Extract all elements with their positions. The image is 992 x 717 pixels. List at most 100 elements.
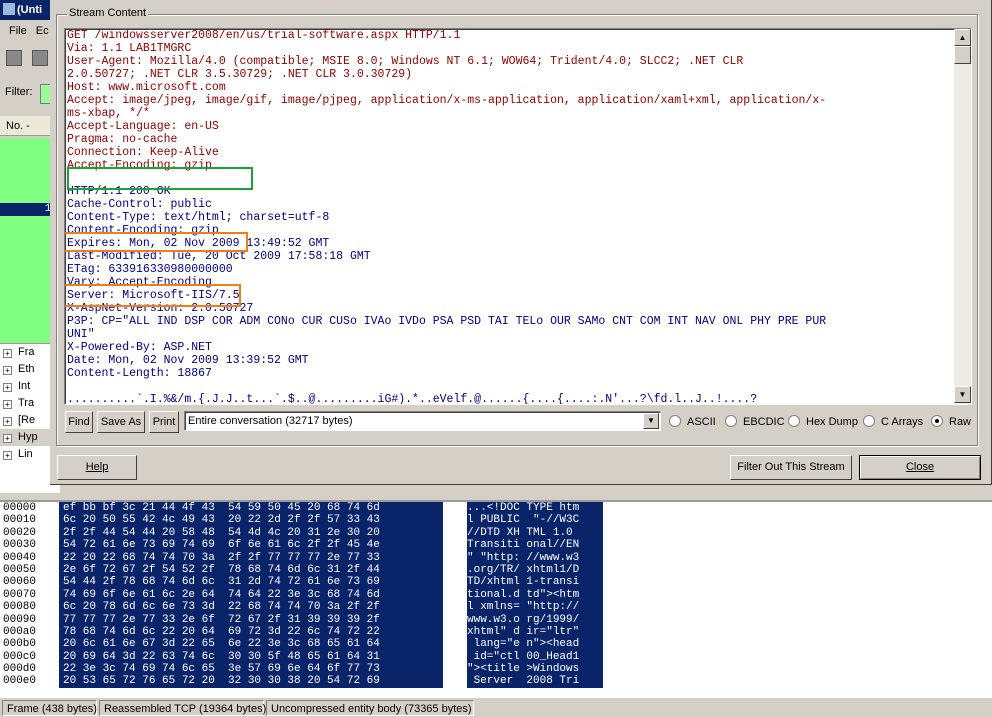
- hex-offset: 00030: [3, 539, 37, 552]
- hex-bytes: 2e 6f 72 67 2f 54 52 2f 78 68 74 6d 6c 3…: [59, 563, 443, 577]
- stream-content-group: Stream Content GET /windowsserver2008/en…: [56, 7, 978, 446]
- hex-offset: 00050: [3, 563, 37, 576]
- hex-row[interactable]: 00030 54 72 61 6e 73 69 74 69 6f 6e 61 6c…: [0, 539, 992, 552]
- hex-ascii: l xmlns= "http://: [467, 601, 603, 614]
- hex-ascii: id="ctl 00_Head1: [467, 650, 603, 664]
- hex-offset: 00010: [3, 514, 37, 527]
- hex-row[interactable]: 000c0 20 69 64 3d 22 63 74 6c 30 30 5f 48…: [0, 650, 992, 664]
- hex-row[interactable]: 00080 6c 20 78 6d 6c 6e 73 3d 22 68 74 74…: [0, 601, 992, 614]
- radio-ebcdic-button[interactable]: [725, 415, 737, 427]
- hex-row[interactable]: 000b0 20 6c 61 6e 67 3d 22 65 6e 22 3e 3c…: [0, 638, 992, 651]
- expand-icon[interactable]: +: [3, 417, 12, 426]
- stream-line: GET /windowsserver2008/en/us/trial-softw…: [67, 29, 461, 42]
- radio-ascii[interactable]: ASCII: [669, 415, 716, 429]
- hex-offset: 00060: [3, 576, 37, 589]
- hex-bytes: 22 3e 3c 74 69 74 6c 65 3e 57 69 6e 64 6…: [59, 663, 443, 676]
- hex-ascii: lang="e n"><head: [467, 638, 603, 651]
- hex-bytes: 2f 2f 44 54 44 20 58 48 54 4d 4c 20 31 2…: [59, 526, 443, 540]
- hex-row[interactable]: 00040 22 20 22 68 74 74 70 3a 2f 2f 77 77…: [0, 551, 992, 564]
- hex-row[interactable]: 00000 ef bb bf 3c 21 44 4f 43 54 59 50 45…: [0, 502, 992, 515]
- expand-icon[interactable]: +: [3, 366, 12, 375]
- radio-raw[interactable]: Raw: [931, 415, 971, 429]
- expand-icon[interactable]: +: [3, 383, 12, 392]
- stream-text[interactable]: GET /windowsserver2008/en/us/trial-softw…: [64, 28, 972, 405]
- hex-row[interactable]: 00050 2e 6f 72 67 2f 54 52 2f 78 68 74 6d…: [0, 563, 992, 577]
- hex-row[interactable]: 00070 74 69 6f 6e 61 6c 2e 64 74 64 22 3e…: [0, 588, 992, 602]
- hex-ascii: xhtml" d ir="ltr": [467, 625, 603, 639]
- status-frame[interactable]: Frame (438 bytes): [2, 700, 97, 716]
- hex-row[interactable]: 000d0 22 3e 3c 74 69 74 6c 65 3e 57 69 6e…: [0, 663, 992, 676]
- find-button[interactable]: Find: [65, 411, 93, 433]
- main-title: (Unti: [17, 4, 43, 16]
- hex-bytes: 54 72 61 6e 73 69 74 69 6f 6e 61 6c 2f 2…: [59, 539, 443, 552]
- expand-icon[interactable]: +: [3, 451, 12, 460]
- chevron-down-icon[interactable]: ▼: [643, 413, 659, 429]
- expand-icon[interactable]: +: [3, 400, 12, 409]
- hex-row[interactable]: 000e0 20 53 65 72 76 65 72 20 32 30 30 38…: [0, 675, 992, 688]
- hex-bytes: 78 68 74 6d 6c 22 20 64 69 72 3d 22 6c 7…: [59, 625, 443, 639]
- hex-ascii: "><title >Windows: [467, 663, 603, 676]
- status-uncompressed[interactable]: Uncompressed entity body (73365 bytes): [266, 700, 474, 716]
- radio-ebcdic[interactable]: EBCDIC: [725, 415, 785, 429]
- hex-offset: 000d0: [3, 663, 37, 676]
- hex-ascii: ...<!DOC TYPE htm: [467, 502, 603, 515]
- menu-file[interactable]: File: [9, 25, 27, 37]
- hex-row[interactable]: 00090 77 77 77 2e 77 33 2e 6f 72 67 2f 31…: [0, 613, 992, 626]
- hex-ascii: l PUBLIC "-//W3C: [467, 514, 603, 527]
- tree-item-label: Tra: [18, 397, 35, 409]
- filter-label: Filter:: [5, 86, 33, 98]
- hex-pane[interactable]: 00000 ef bb bf 3c 21 44 4f 43 54 59 50 45…: [0, 500, 992, 697]
- expand-icon[interactable]: +: [3, 434, 12, 443]
- save-icon[interactable]: [6, 50, 22, 66]
- hex-row[interactable]: 000a0 78 68 74 6d 6c 22 20 64 69 72 3d 22…: [0, 625, 992, 639]
- hex-ascii: tional.d td"><htm: [467, 588, 603, 602]
- radio-raw-button[interactable]: [931, 415, 943, 427]
- highlight-accept-encoding: [67, 167, 253, 190]
- scroll-thumb[interactable]: [954, 46, 971, 64]
- hex-bytes: 74 69 6f 6e 61 6c 2e 64 74 64 22 3e 3c 6…: [59, 588, 443, 602]
- radio-c-arrays[interactable]: C Arrays: [863, 415, 923, 429]
- scroll-down-button[interactable]: ▼: [954, 386, 971, 403]
- menu-edit[interactable]: Ec: [36, 25, 49, 37]
- app-icon: [3, 3, 15, 15]
- stream-line: X-Powered-By: ASP.NET: [67, 341, 212, 354]
- tree-item-label: Eth: [18, 363, 35, 375]
- tree-item-label: Lin: [18, 448, 33, 460]
- hex-offset: 00040: [3, 551, 37, 564]
- hex-ascii: Transiti onal//EN: [467, 539, 603, 552]
- hex-bytes: 20 6c 61 6e 67 3d 22 65 6e 22 3e 3c 68 6…: [59, 638, 443, 651]
- hex-row[interactable]: 00060 54 44 2f 78 68 74 6d 6c 31 2d 74 72…: [0, 576, 992, 589]
- hex-bytes: 6c 20 50 55 42 4c 49 43 20 22 2d 2f 2f 5…: [59, 514, 443, 527]
- hex-row[interactable]: 00020 2f 2f 44 54 44 20 58 48 54 4d 4c 20…: [0, 526, 992, 540]
- expand-icon[interactable]: +: [3, 349, 12, 358]
- scroll-up-button[interactable]: ▲: [954, 29, 971, 46]
- filter-out-stream-button[interactable]: Filter Out This Stream: [730, 455, 852, 480]
- hex-bytes: 20 69 64 3d 22 63 74 6c 30 30 5f 48 65 6…: [59, 650, 443, 664]
- status-bar: Frame (438 bytes) Reassembled TCP (19364…: [0, 697, 992, 717]
- save-as-button[interactable]: Save As: [97, 411, 145, 433]
- hex-offset: 00020: [3, 526, 37, 539]
- print-button[interactable]: Print: [149, 411, 179, 433]
- close-button[interactable]: Close: [859, 455, 981, 480]
- radio-ascii-button[interactable]: [669, 415, 681, 427]
- hex-ascii: " "http: //www.w3: [467, 551, 603, 564]
- stream-line: Accept: image/jpeg, image/gif, image/pjp…: [67, 94, 827, 107]
- hex-bytes: 6c 20 78 6d 6c 6e 73 3d 22 68 74 74 70 3…: [59, 601, 443, 614]
- radio-hex-dump[interactable]: Hex Dump: [788, 415, 858, 429]
- hex-bytes: 22 20 22 68 74 74 70 3a 2f 2f 77 77 77 2…: [59, 551, 443, 564]
- radio-c-arrays-button[interactable]: [863, 415, 875, 427]
- hex-bytes: 54 44 2f 78 68 74 6d 6c 31 2d 74 72 61 6…: [59, 576, 443, 589]
- radio-hex-dump-button[interactable]: [788, 415, 800, 427]
- help-button[interactable]: Help: [57, 455, 137, 480]
- tree-item-label: Fra: [18, 346, 35, 358]
- hex-offset: 00080: [3, 601, 37, 614]
- hex-row[interactable]: 00010 6c 20 50 55 42 4c 49 43 20 22 2d 2f…: [0, 514, 992, 527]
- vertical-scrollbar[interactable]: ▲ ▼: [954, 29, 971, 404]
- stream-line: P3P: CP="ALL IND DSP COR ADM CONo CUR CU…: [67, 315, 827, 328]
- print-icon[interactable]: [32, 50, 48, 66]
- conversation-select[interactable]: Entire conversation (32717 bytes) ▼: [184, 411, 661, 431]
- hex-offset: 00000: [3, 502, 37, 514]
- highlight-content-encoding: [65, 232, 248, 252]
- status-reassembled[interactable]: Reassembled TCP (19364 bytes): [99, 700, 266, 716]
- hex-ascii: .org/TR/ xhtml1/D: [467, 563, 603, 577]
